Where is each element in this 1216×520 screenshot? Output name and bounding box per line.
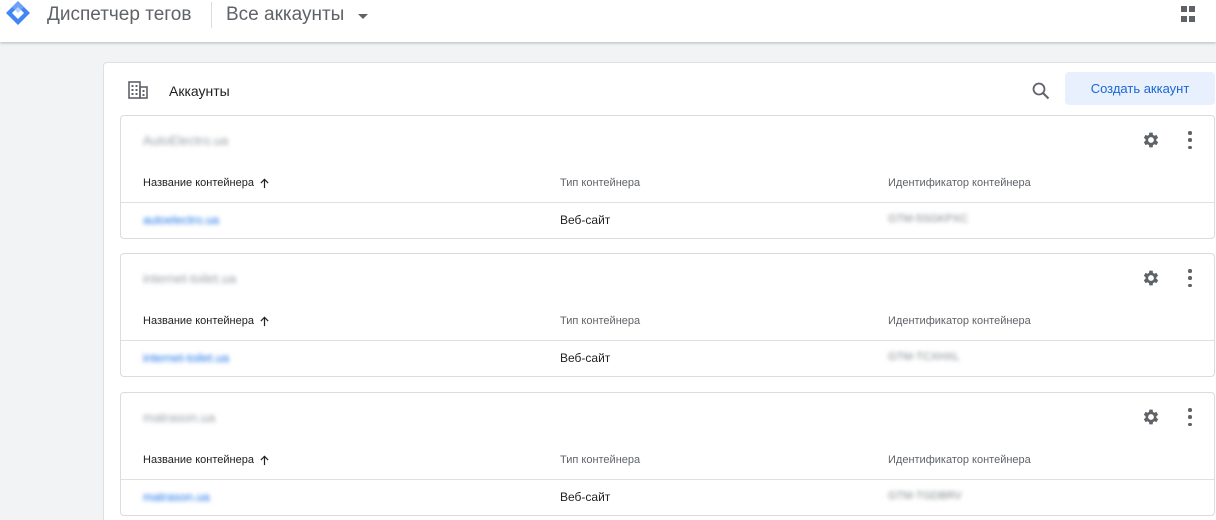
gear-icon[interactable] <box>1141 268 1161 288</box>
arrow-up-icon <box>260 455 269 465</box>
container-id: GTM-TCXHXL <box>888 351 960 363</box>
container-type: Веб-сайт <box>560 351 611 365</box>
column-header-type: Тип контейнера <box>560 177 641 189</box>
caret-down-icon <box>358 13 369 19</box>
container-type: Веб-сайт <box>560 213 611 227</box>
panel-title: Аккаунты <box>169 83 230 99</box>
container-link[interactable]: autoelectro.ua <box>143 213 219 227</box>
container-id: GTM-TGDBRV <box>888 490 962 502</box>
account-card: AutoElectro.ua Название контейнера Тип к… <box>120 115 1215 239</box>
account-name[interactable]: matrason.ua <box>143 410 215 425</box>
column-header-name-label: Название контейнера <box>143 454 254 466</box>
search-icon[interactable] <box>1031 81 1051 101</box>
column-header-name-label: Название контейнера <box>143 315 254 327</box>
column-header-name-label: Название контейнера <box>143 177 254 189</box>
panel-header: Аккаунты Создать аккаунт <box>104 63 1216 115</box>
more-vert-icon[interactable] <box>1187 269 1193 287</box>
more-vert-icon[interactable] <box>1187 408 1193 426</box>
more-vert-icon[interactable] <box>1187 131 1193 149</box>
container-link[interactable]: matrason.ua <box>143 490 210 504</box>
row-divider <box>121 479 1214 480</box>
create-account-button[interactable]: Создать аккаунт <box>1065 72 1215 105</box>
account-name[interactable]: internet-toilet.ua <box>143 271 236 286</box>
apps-grid-icon[interactable] <box>1181 6 1199 24</box>
gear-icon[interactable] <box>1141 130 1161 150</box>
row-divider <box>121 202 1214 203</box>
tag-manager-logo-icon[interactable] <box>5 0 31 26</box>
accounts-panel: Аккаунты Создать аккаунт AutoElectro.ua … <box>103 62 1216 520</box>
account-selector-label: Все аккаунты <box>226 4 345 25</box>
column-header-name[interactable]: Название контейнера <box>143 315 270 327</box>
column-header-type: Тип контейнера <box>560 454 641 466</box>
gear-icon[interactable] <box>1141 407 1161 427</box>
arrow-up-icon <box>260 316 269 326</box>
app-title: Диспетчер тегов <box>47 4 192 25</box>
column-header-name[interactable]: Название контейнера <box>143 454 270 466</box>
account-card: internet-toilet.ua Название контейнера Т… <box>120 253 1215 377</box>
column-header-id: Идентификатор контейнера <box>888 454 1031 466</box>
container-link[interactable]: internet-toilet.ua <box>143 351 229 365</box>
account-selector[interactable]: Все аккаунты <box>226 4 369 26</box>
container-id: GTM-5SGKPXC <box>888 213 969 225</box>
building-icon <box>128 81 148 99</box>
column-header-type: Тип контейнера <box>560 315 641 327</box>
header-divider <box>211 2 212 28</box>
column-header-id: Идентификатор контейнера <box>888 177 1031 189</box>
column-header-id: Идентификатор контейнера <box>888 315 1031 327</box>
top-app-bar: Диспетчер тегов Все аккаунты <box>0 0 1216 42</box>
account-name[interactable]: AutoElectro.ua <box>143 133 228 148</box>
container-type: Веб-сайт <box>560 490 611 504</box>
column-header-name[interactable]: Название контейнера <box>143 177 270 189</box>
account-card: matrason.ua Название контейнера Тип конт… <box>120 392 1215 516</box>
arrow-up-icon <box>260 178 269 188</box>
row-divider <box>121 340 1214 341</box>
